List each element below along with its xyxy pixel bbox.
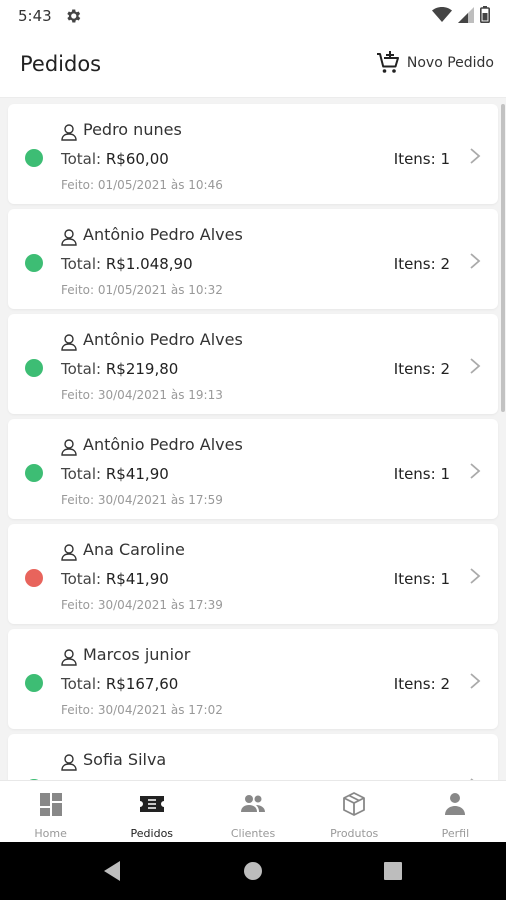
system-nav-bar bbox=[0, 842, 506, 900]
status-bar: 5:43 bbox=[0, 0, 506, 32]
status-icons bbox=[432, 6, 490, 23]
wifi-icon bbox=[432, 6, 452, 22]
order-card[interactable]: Ana Caroline Total: R$41,90 Itens: 1 Fei… bbox=[8, 524, 498, 624]
client-name: Marcos junior bbox=[83, 645, 191, 664]
client-name: Pedro nunes bbox=[83, 120, 182, 139]
items-count: Itens: 1 bbox=[393, 150, 450, 168]
total-value: R$41,90 bbox=[105, 465, 169, 483]
nav-label: Perfil bbox=[441, 827, 470, 840]
nav-home[interactable]: Home bbox=[0, 781, 101, 842]
order-card[interactable]: Marcos junior Total: R$167,60 Itens: 2 F… bbox=[8, 629, 498, 729]
chevron-right-icon bbox=[470, 673, 481, 689]
status-time: 5:43 bbox=[18, 7, 52, 25]
orders-list[interactable]: Pedro nunes Total: R$60,00 Itens: 1 Feit… bbox=[0, 98, 506, 780]
order-total: Total: R$219,80 bbox=[61, 360, 178, 378]
total-label: Total: bbox=[61, 570, 102, 588]
total-label: Total: bbox=[61, 465, 102, 483]
new-order-button[interactable]: Novo Pedido bbox=[375, 50, 494, 76]
ticket-icon bbox=[139, 796, 164, 812]
order-total: Total: R$41,90 bbox=[61, 465, 169, 483]
total-value: R$1.048,90 bbox=[105, 255, 193, 273]
nav-pedidos[interactable]: Pedidos bbox=[101, 781, 202, 842]
total-value: R$41,90 bbox=[105, 570, 169, 588]
new-order-label: Novo Pedido bbox=[406, 55, 494, 71]
order-date: Feito: 01/05/2021 às 10:46 bbox=[61, 178, 223, 192]
recents-icon[interactable] bbox=[383, 860, 403, 882]
bottom-nav: Home Pedidos Clientes Produtos Perfil bbox=[0, 780, 506, 842]
total-label: Total: bbox=[61, 675, 102, 693]
nav-label: Home bbox=[34, 827, 67, 840]
total-value: R$60,00 bbox=[105, 150, 169, 168]
gear-icon bbox=[67, 9, 81, 23]
order-date: Feito: 30/04/2021 às 17:59 bbox=[61, 493, 223, 507]
user-icon bbox=[61, 649, 77, 666]
status-dot bbox=[25, 569, 43, 587]
total-label: Total: bbox=[61, 255, 102, 273]
items-count: Itens: 2 bbox=[393, 360, 450, 378]
back-icon[interactable] bbox=[102, 860, 122, 882]
user-icon bbox=[61, 754, 77, 771]
dashboard-icon bbox=[39, 793, 62, 816]
list-scrollbar[interactable] bbox=[501, 104, 505, 412]
total-value: R$167,60 bbox=[105, 675, 179, 693]
client-name: Antônio Pedro Alves bbox=[83, 225, 243, 244]
order-card[interactable]: Sofia Silva bbox=[8, 734, 498, 780]
order-date: Feito: 30/04/2021 às 17:39 bbox=[61, 598, 223, 612]
box-icon bbox=[343, 792, 366, 816]
app-header: Pedidos Novo Pedido bbox=[0, 32, 506, 98]
status-dot bbox=[25, 149, 43, 167]
items-count: Itens: 2 bbox=[393, 255, 450, 273]
chevron-right-icon bbox=[470, 358, 481, 374]
status-dot bbox=[25, 674, 43, 692]
order-total: Total: R$60,00 bbox=[61, 150, 169, 168]
chevron-right-icon bbox=[470, 568, 481, 584]
user-icon bbox=[61, 439, 77, 456]
nav-produtos[interactable]: Produtos bbox=[304, 781, 405, 842]
items-count: Itens: 1 bbox=[393, 570, 450, 588]
status-dot bbox=[25, 359, 43, 377]
status-dot bbox=[25, 464, 43, 482]
client-name: Antônio Pedro Alves bbox=[83, 330, 243, 349]
total-value: R$219,80 bbox=[105, 360, 179, 378]
order-date: Feito: 30/04/2021 às 17:02 bbox=[61, 703, 223, 717]
client-name: Ana Caroline bbox=[83, 540, 185, 559]
battery-icon bbox=[480, 6, 490, 23]
nav-label: Pedidos bbox=[130, 827, 174, 840]
page-title: Pedidos bbox=[20, 52, 102, 76]
user-icon bbox=[61, 124, 77, 141]
order-total: Total: R$167,60 bbox=[61, 675, 178, 693]
nav-label: Clientes bbox=[230, 827, 276, 840]
cart-add-icon bbox=[376, 51, 399, 73]
order-total: Total: R$41,90 bbox=[61, 570, 169, 588]
nav-perfil[interactable]: Perfil bbox=[405, 781, 506, 842]
user-icon bbox=[61, 334, 77, 351]
total-label: Total: bbox=[61, 360, 102, 378]
user-icon bbox=[61, 229, 77, 246]
user-icon bbox=[61, 544, 77, 561]
order-card[interactable]: Antônio Pedro Alves Total: R$219,80 Iten… bbox=[8, 314, 498, 414]
chevron-right-icon bbox=[470, 463, 481, 479]
people-icon bbox=[241, 795, 265, 812]
order-total: Total: R$1.048,90 bbox=[61, 255, 193, 273]
home-circle-icon[interactable] bbox=[243, 860, 263, 882]
chevron-right-icon bbox=[470, 253, 481, 269]
order-card[interactable]: Antônio Pedro Alves Total: R$1.048,90 It… bbox=[8, 209, 498, 309]
signal-icon bbox=[458, 6, 474, 23]
client-name: Antônio Pedro Alves bbox=[83, 435, 243, 454]
order-date: Feito: 01/05/2021 às 10:32 bbox=[61, 283, 223, 297]
nav-clientes[interactable]: Clientes bbox=[202, 781, 303, 842]
order-card[interactable]: Pedro nunes Total: R$60,00 Itens: 1 Feit… bbox=[8, 104, 498, 204]
order-date: Feito: 30/04/2021 às 19:13 bbox=[61, 388, 223, 402]
items-count: Itens: 2 bbox=[393, 675, 450, 693]
client-name: Sofia Silva bbox=[83, 750, 167, 769]
total-label: Total: bbox=[61, 150, 102, 168]
person-icon bbox=[445, 793, 466, 815]
nav-label: Produtos bbox=[330, 827, 379, 840]
items-count: Itens: 1 bbox=[393, 465, 450, 483]
order-card[interactable]: Antônio Pedro Alves Total: R$41,90 Itens… bbox=[8, 419, 498, 519]
chevron-right-icon bbox=[470, 148, 481, 164]
status-dot bbox=[25, 254, 43, 272]
